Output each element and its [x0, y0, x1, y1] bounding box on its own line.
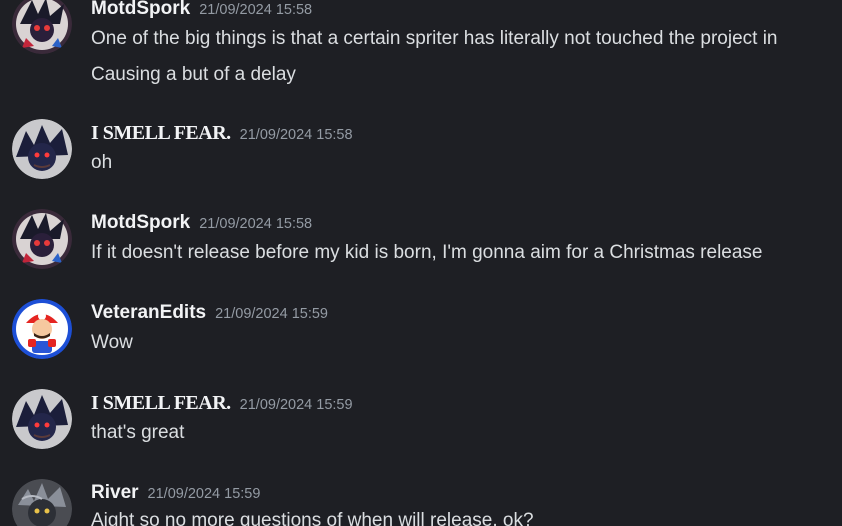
message-text: If it doesn't release before my kid is b… [91, 242, 763, 263]
timestamp: 21/09/2024 15:59 [239, 397, 353, 413]
dark-hedgehog-avatar-icon[interactable] [12, 389, 72, 449]
timestamp: 21/09/2024 15:59 [215, 306, 328, 322]
author-name[interactable]: I SMELL FEAR. [91, 392, 231, 414]
message-text: Wow [91, 332, 133, 353]
river-avatar-icon[interactable] [12, 479, 72, 526]
spork-avatar-icon[interactable] [12, 0, 72, 54]
timestamp: 21/09/2024 15:58 [199, 216, 313, 232]
spork-avatar-icon[interactable] [12, 209, 72, 269]
message-text: One of the big things is that a certain … [91, 28, 778, 49]
timestamp: 21/09/2024 15:58 [199, 2, 313, 18]
message-text: that's great [91, 422, 185, 443]
author-name[interactable]: MotdSpork [91, 0, 190, 19]
author-name[interactable]: I SMELL FEAR. [91, 122, 231, 144]
message-text: oh [91, 152, 113, 173]
dark-hedgehog-avatar-icon[interactable] [12, 119, 72, 179]
timestamp: 21/09/2024 15:59 [147, 486, 261, 502]
message-text: Causing a but of a delay [91, 64, 296, 85]
message-text: Aight so no more questions of when will … [91, 510, 534, 526]
author-name[interactable]: MotdSpork [91, 212, 190, 233]
timestamp: 21/09/2024 15:58 [239, 127, 353, 143]
author-name[interactable]: VeteranEdits [91, 302, 206, 323]
mario-avatar-icon[interactable] [12, 299, 72, 359]
author-name[interactable]: River [91, 482, 139, 503]
